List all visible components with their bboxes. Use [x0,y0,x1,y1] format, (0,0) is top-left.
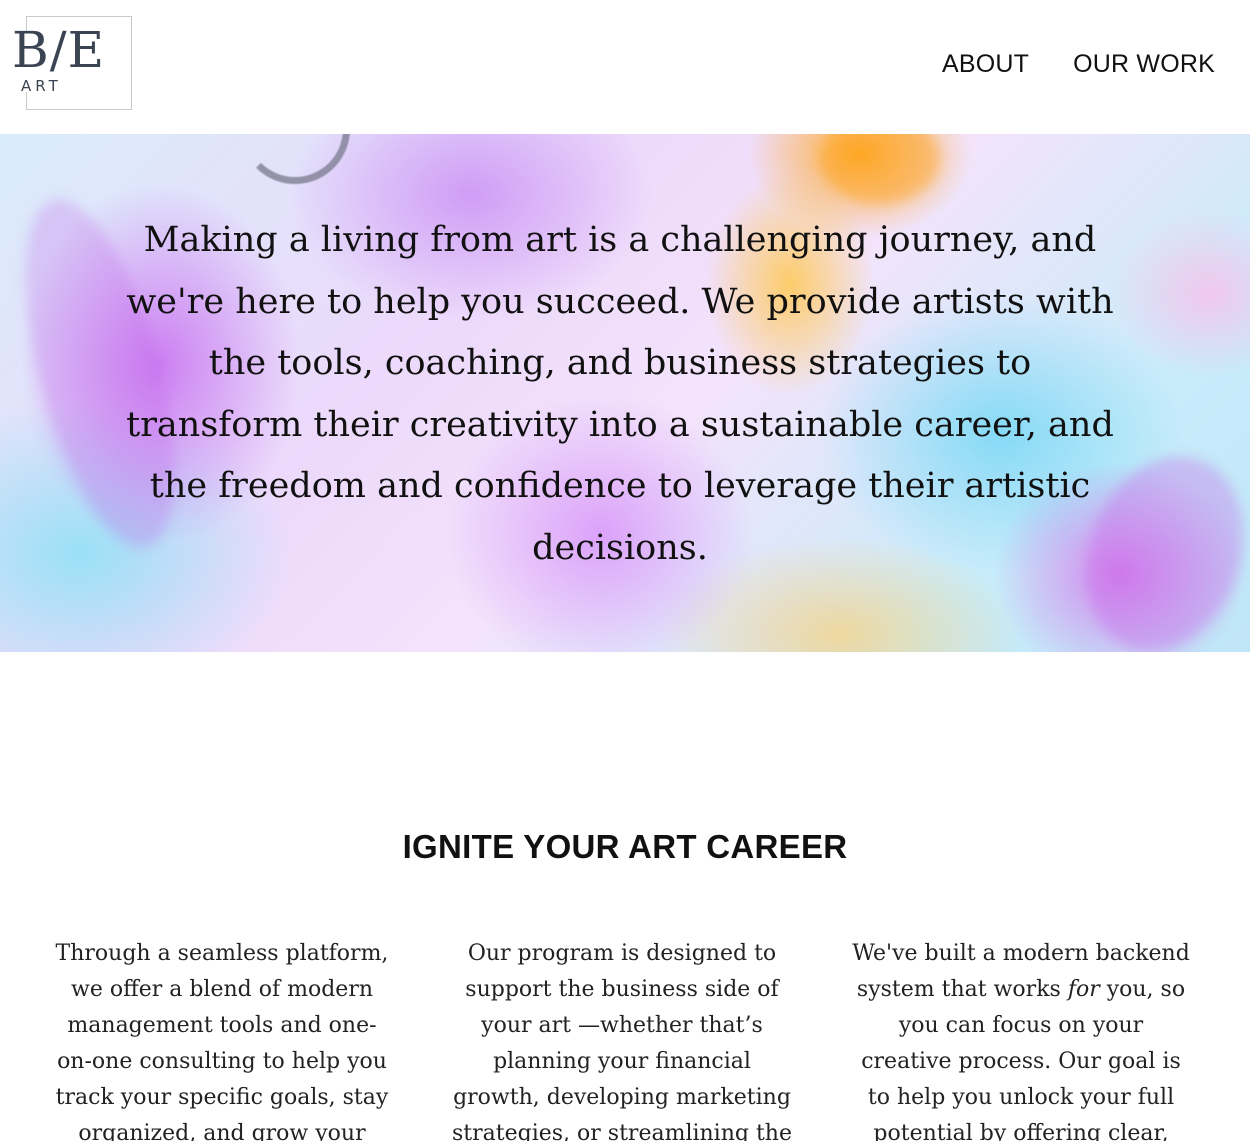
feature-column-backend: We've built a modern backend system that… [851,936,1191,1141]
hero-banner: Making a living from art is a challengin… [0,134,1250,652]
logo[interactable]: B/E ART [12,16,132,111]
feature-column-platform: Through a seamless platform, we offer a … [55,941,389,1141]
main-nav: ABOUT OUR WORK [942,50,1215,79]
hero-mission-text: Making a living from art is a challengin… [126,220,1114,568]
logo-subtitle: ART [21,77,62,95]
site-header: B/E ART ABOUT OUR WORK [0,0,1250,134]
hero-background-streak [820,134,940,204]
feature-column-emphasis: for [1067,977,1100,1002]
nav-link-our-work[interactable]: OUR WORK [1073,50,1215,79]
section-title: IGNITE YOUR ART CAREER [402,828,848,865]
nav-link-about[interactable]: ABOUT [942,50,1029,79]
hero-background-swirl [240,134,350,184]
logo-mark: B/E [12,21,106,79]
feature-column-program: Our program is designed to support the b… [452,941,792,1141]
